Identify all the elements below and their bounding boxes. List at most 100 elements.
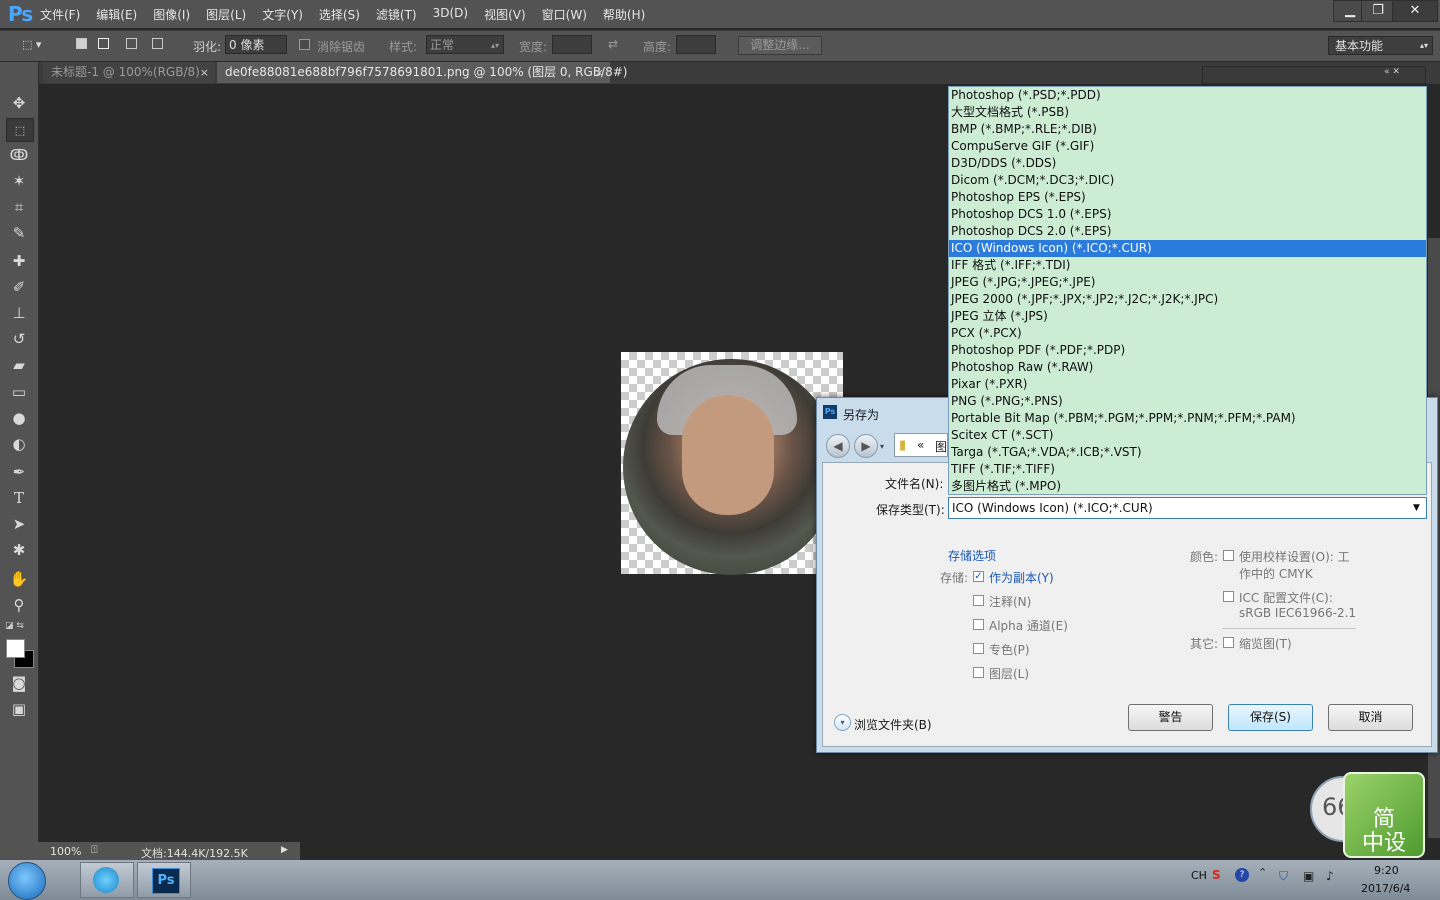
swap-dimensions-icon[interactable]: ⇄ xyxy=(608,37,618,51)
zoom-level[interactable]: 100% xyxy=(50,845,81,858)
restore-button[interactable]: ❐ xyxy=(1361,0,1395,22)
history-brush-icon[interactable]: ↺ xyxy=(6,328,32,350)
savetype-option[interactable]: D3D/DDS (*.DDS) xyxy=(949,155,1426,172)
savetype-option[interactable]: Scitex CT (*.SCT) xyxy=(949,427,1426,444)
taskbar-app-browser[interactable] xyxy=(80,862,134,898)
savetype-option[interactable]: TIFF (*.TIF;*.TIFF) xyxy=(949,461,1426,478)
blur-tool-icon[interactable]: ● xyxy=(6,407,32,429)
history-dropdown-icon[interactable]: ▾ xyxy=(880,442,884,451)
menu-layer[interactable]: 图层(L) xyxy=(206,6,246,23)
style-select[interactable]: 正常 ▴▾ xyxy=(426,35,504,54)
savetype-option[interactable]: JPEG 立体 (*.JPS) xyxy=(949,308,1426,325)
savetype-option[interactable]: Photoshop PDF (*.PDF;*.PDP) xyxy=(949,342,1426,359)
savetype-option[interactable]: BMP (*.BMP;*.RLE;*.DIB) xyxy=(949,121,1426,138)
browse-folders-link[interactable]: 浏览文件夹(B) xyxy=(854,716,932,733)
feather-input[interactable]: 0 像素 xyxy=(225,35,287,54)
quick-mask-icon[interactable]: ◙ xyxy=(6,672,32,694)
pen-tool-icon[interactable]: ✒ xyxy=(6,461,32,483)
savetype-option[interactable]: JPEG 2000 (*.JPF;*.JPX;*.JP2;*.J2C;*.J2K… xyxy=(949,291,1426,308)
brush-tool-icon[interactable]: ✐ xyxy=(6,276,32,298)
path-selection-icon[interactable]: ➤ xyxy=(6,513,32,535)
lasso-tool-icon[interactable]: ↂ xyxy=(6,144,32,166)
default-colors-icon[interactable]: ◪ ⇆ xyxy=(5,621,24,631)
savetype-option[interactable]: Photoshop (*.PSD;*.PDD) xyxy=(949,87,1426,104)
export-icon[interactable]: ⍐ xyxy=(91,843,98,857)
add-selection-icon[interactable] xyxy=(98,38,109,49)
antialias-checkbox[interactable] xyxy=(299,39,310,50)
menu-select[interactable]: 选择(S) xyxy=(319,6,360,23)
new-selection-icon[interactable] xyxy=(76,38,87,49)
height-input[interactable] xyxy=(676,35,716,54)
chevron-down-icon[interactable]: ▼ xyxy=(1408,499,1425,517)
thumbnail-checkbox[interactable] xyxy=(1223,637,1234,648)
spot-checkbox[interactable] xyxy=(973,643,984,654)
savetype-option[interactable]: Dicom (*.DCM;*.DC3;*.DIC) xyxy=(949,172,1426,189)
tab-close-icon[interactable]: × xyxy=(595,62,604,83)
address-bar[interactable]: ▮ « 图 xyxy=(894,433,948,457)
workspace-select[interactable]: 基本功能 ▴▾ xyxy=(1328,36,1433,55)
language-indicator[interactable]: CH xyxy=(1191,869,1207,882)
sogou-icon[interactable]: S xyxy=(1212,868,1221,882)
tray-expand-icon[interactable]: ⌃ xyxy=(1258,866,1267,879)
savetype-select[interactable]: ICO (Windows Icon) (*.ICO;*.CUR) xyxy=(948,497,1427,519)
savetype-option[interactable]: JPEG (*.JPG;*.JPEG;*.JPE) xyxy=(949,274,1426,291)
alpha-checkbox[interactable] xyxy=(973,619,984,630)
savetype-option[interactable]: Targa (*.TGA;*.VDA;*.ICB;*.VST) xyxy=(949,444,1426,461)
menu-file[interactable]: 文件(F) xyxy=(40,6,80,23)
savetype-option[interactable]: IFF 格式 (*.IFF;*.TDI) xyxy=(949,257,1426,274)
shield-icon[interactable]: ⛉ xyxy=(1279,869,1288,884)
savetype-option[interactable]: Photoshop EPS (*.EPS) xyxy=(949,189,1426,206)
clock-time[interactable]: 9:20 xyxy=(1374,864,1399,877)
zoom-tool-icon[interactable]: ⚲ xyxy=(6,594,32,616)
cancel-button[interactable]: 取消 xyxy=(1328,704,1413,731)
as-copy-checkbox[interactable]: ✓ xyxy=(973,571,984,582)
savetype-option[interactable]: PNG (*.PNG;*.PNS) xyxy=(949,393,1426,410)
start-button[interactable] xyxy=(8,862,46,900)
width-input[interactable] xyxy=(552,35,592,54)
move-tool-icon[interactable]: ✥ xyxy=(6,92,32,114)
icc-checkbox[interactable] xyxy=(1223,591,1234,602)
menu-type[interactable]: 文字(Y) xyxy=(262,6,303,23)
dodge-tool-icon[interactable]: ◐ xyxy=(6,433,32,455)
savetype-option[interactable]: Photoshop DCS 2.0 (*.EPS) xyxy=(949,223,1426,240)
magic-wand-icon[interactable]: ✶ xyxy=(6,170,32,192)
marquee-tool-icon[interactable]: ⬚ xyxy=(6,118,34,142)
menu-view[interactable]: 视图(V) xyxy=(484,6,526,23)
menu-edit[interactable]: 编辑(E) xyxy=(96,6,137,23)
menu-3d[interactable]: 3D(D) xyxy=(433,6,468,23)
tab-close-icon[interactable]: × xyxy=(200,62,209,83)
type-tool-icon[interactable]: T xyxy=(6,487,32,509)
status-menu-arrow-icon[interactable]: ▶ xyxy=(281,845,288,855)
menu-filter[interactable]: 滤镜(T) xyxy=(376,6,417,23)
menu-image[interactable]: 图像(I) xyxy=(153,6,190,23)
savetype-option[interactable]: Photoshop Raw (*.RAW) xyxy=(949,359,1426,376)
clock-date[interactable]: 2017/6/4 xyxy=(1361,882,1410,895)
refine-edge-button[interactable]: 调整边缘... xyxy=(738,36,822,55)
use-proof-checkbox[interactable] xyxy=(1223,550,1234,561)
layers-checkbox[interactable] xyxy=(973,667,984,678)
healing-brush-icon[interactable]: ✚ xyxy=(6,250,32,272)
menu-window[interactable]: 窗口(W) xyxy=(542,6,587,23)
close-window-button[interactable]: ✕ xyxy=(1392,0,1438,22)
notes-checkbox[interactable] xyxy=(973,595,984,606)
taskbar-app-photoshop[interactable]: Ps xyxy=(137,862,191,898)
clone-stamp-icon[interactable]: ⊥ xyxy=(6,302,32,324)
save-button[interactable]: 保存(S) xyxy=(1228,704,1313,731)
gradient-tool-icon[interactable]: ▭ xyxy=(6,381,32,403)
warn-button[interactable]: 警告 xyxy=(1128,704,1213,731)
subtract-selection-icon[interactable] xyxy=(126,38,137,49)
eraser-icon[interactable]: ▰ xyxy=(6,354,32,376)
eyedropper-icon[interactable]: ✎ xyxy=(6,222,32,244)
tab-untitled[interactable]: 未标题-1 @ 100%(RGB/8) × xyxy=(43,62,215,83)
volume-icon[interactable]: ♪ xyxy=(1326,869,1334,883)
menu-help[interactable]: 帮助(H) xyxy=(603,6,645,23)
savetype-option[interactable]: 大型文档格式 (*.PSB) xyxy=(949,104,1426,121)
help-icon[interactable]: ? xyxy=(1235,868,1249,882)
panel-collapse-icon[interactable]: « ✕ xyxy=(1384,67,1400,77)
forward-icon[interactable]: ▶ xyxy=(854,434,878,458)
savetype-option[interactable]: 多图片格式 (*.MPO) xyxy=(949,478,1426,495)
screen-mode-icon[interactable]: ▣ xyxy=(6,698,32,720)
tab-png-document[interactable]: de0fe88081e688bf796f7578691801.png @ 100… xyxy=(217,62,627,83)
crop-tool-icon[interactable]: ⌗ xyxy=(6,196,32,218)
savetype-option[interactable]: Photoshop DCS 1.0 (*.EPS) xyxy=(949,206,1426,223)
